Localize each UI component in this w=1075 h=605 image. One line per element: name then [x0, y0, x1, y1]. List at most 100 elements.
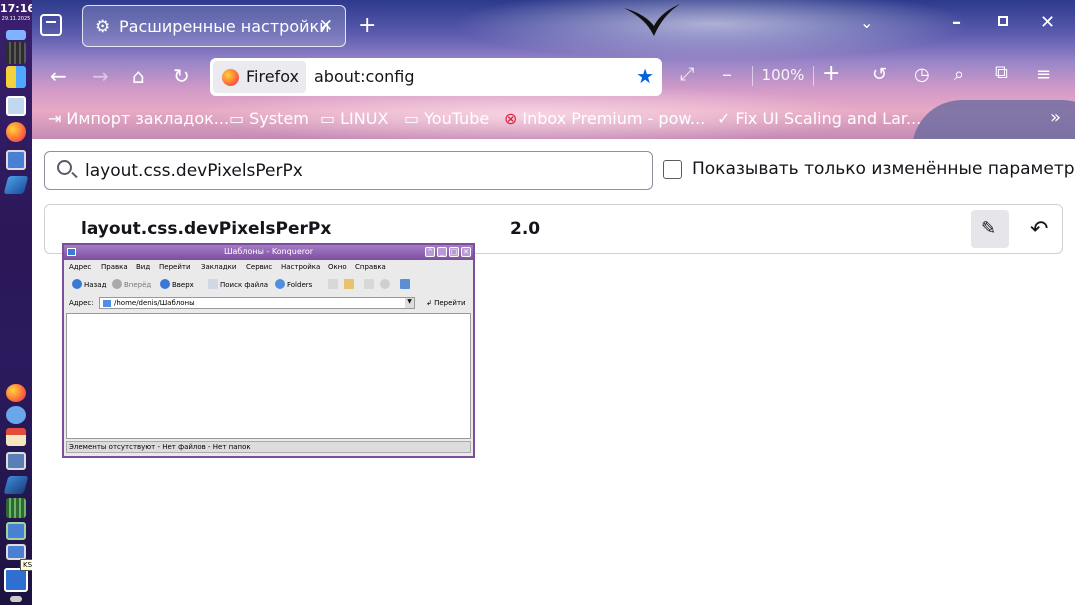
menu-edit[interactable]: Правка	[101, 263, 128, 271]
reload-icon[interactable]: ↻	[173, 66, 190, 86]
find-file-icon	[208, 279, 218, 289]
menu-go[interactable]: Перейти	[159, 263, 191, 271]
minimize-button[interactable]: –	[952, 14, 961, 32]
system-monitor-icon[interactable]	[6, 42, 26, 64]
search-icon[interactable]: ⌕	[954, 66, 964, 84]
desktop-icon[interactable]	[6, 522, 26, 540]
url-bar[interactable]: Firefox about:config ★	[210, 58, 662, 96]
folder-icon	[103, 300, 111, 307]
bookmark-fix-ui[interactable]: ✓ Fix UI Scaling and Lar...	[717, 109, 921, 128]
config-search-box[interactable]	[44, 151, 653, 190]
forward-arrow-icon	[112, 279, 122, 289]
forward-button[interactable]: →	[92, 66, 109, 86]
monitor-icon[interactable]	[6, 150, 26, 170]
only-modified-label[interactable]: Показывать только изменённые параметры	[692, 159, 1075, 179]
menu-tools[interactable]: Сервис	[246, 263, 272, 271]
konqueror-maximize-button[interactable]: □	[449, 247, 459, 257]
pref-value[interactable]: 2.0	[510, 219, 540, 239]
konqueror-folders-button[interactable]: Folders	[275, 279, 312, 289]
screen-icon[interactable]	[6, 544, 26, 560]
menu-address[interactable]: Адрес	[69, 263, 91, 271]
konqueror-icon[interactable]	[3, 176, 29, 194]
identity-box[interactable]: Firefox	[213, 61, 306, 93]
menu-bookmarks[interactable]: Закладки	[201, 263, 236, 271]
konqueror-delete-button[interactable]	[364, 279, 376, 289]
url-text[interactable]: about:config	[314, 67, 415, 86]
konqueror-file-view[interactable]	[66, 313, 471, 439]
new-tab-button[interactable]: +	[358, 15, 376, 37]
bookmark-folder-linux[interactable]: ▭ LINUX	[320, 109, 388, 128]
konqueror-shade-button[interactable]: ^	[425, 247, 435, 257]
bookmarks-overflow-icon[interactable]: »	[1050, 107, 1061, 128]
globe-icon[interactable]	[6, 406, 26, 424]
panel-clock[interactable]: 17:16	[0, 2, 32, 15]
konqueror-go-button[interactable]: ↲ Перейти	[426, 299, 466, 307]
konqueror-copy-button[interactable]	[328, 279, 340, 289]
konqueror-address-input[interactable]: /home/denis/Шаблоны ▼	[99, 297, 415, 309]
tool-label: Поиск файла	[220, 281, 268, 289]
tab-advanced-settings[interactable]: ⚙ Расширенные настройки ✕	[82, 5, 346, 47]
konqueror-address-text[interactable]: /home/denis/Шаблоны	[114, 299, 195, 307]
window-manager-icon[interactable]	[6, 96, 26, 116]
firefox-launcher-icon[interactable]	[6, 384, 26, 402]
konqueror-back-button[interactable]: Назад	[72, 279, 106, 289]
page-icon: ✓	[717, 109, 731, 128]
bookmark-star-icon[interactable]: ★	[636, 64, 654, 88]
konqueror-menubar: Адрес Правка Вид Перейти Закладки Сервис…	[64, 261, 473, 275]
konqueror-preview-button[interactable]	[380, 279, 392, 289]
edit-pref-button[interactable]: ✎	[971, 210, 1009, 248]
history-icon[interactable]: ↺	[872, 66, 887, 84]
hamburger-menu-icon[interactable]: ≡	[1036, 66, 1051, 84]
menu-view[interactable]: Вид	[136, 263, 150, 271]
search-icon	[57, 160, 72, 175]
maximize-button[interactable]	[998, 16, 1008, 26]
chevron-down-icon[interactable]: ▼	[405, 298, 414, 308]
clock-icon[interactable]: ◷	[914, 66, 930, 84]
network-icon[interactable]	[6, 30, 26, 40]
konqueror-paste-button[interactable]	[344, 279, 356, 289]
reset-pref-button[interactable]: ↶	[1021, 210, 1059, 248]
konqueror-find-button[interactable]: Поиск файла	[208, 279, 268, 289]
konqueror-close-button[interactable]: ✕	[461, 247, 471, 257]
bookmark-folder-system[interactable]: ▭ System	[229, 109, 309, 128]
konqueror-forward-button[interactable]: Вперёд	[112, 279, 151, 289]
terminal-icon[interactable]	[6, 452, 26, 470]
bookmark-label: YouTube	[424, 109, 490, 128]
konqueror-minimize-button[interactable]: _	[437, 247, 447, 257]
menu-help[interactable]: Справка	[355, 263, 386, 271]
tab-close-icon[interactable]: ✕	[319, 16, 333, 36]
cpu-monitor-icon[interactable]	[6, 498, 26, 518]
konqueror-window: Шаблоны - Konqueror ^ _ □ ✕ Адрес Правка…	[62, 243, 475, 458]
ksnapshot-icon[interactable]	[4, 568, 28, 592]
bookmark-label: Fix UI Scaling and Lar...	[735, 109, 922, 128]
fullscreen-icon[interactable]: ⤢	[680, 66, 694, 84]
back-button[interactable]: ←	[50, 66, 67, 86]
konqueror-up-button[interactable]: Вверх	[160, 279, 194, 289]
only-modified-checkbox[interactable]	[663, 160, 682, 179]
home-icon[interactable]	[6, 428, 26, 446]
konqueror-view-mode-button[interactable]	[400, 279, 412, 289]
tool-label: Назад	[84, 281, 107, 289]
folder-icon: ▭	[404, 109, 420, 128]
import-icon: ⇥	[48, 109, 62, 128]
firefox-icon[interactable]	[6, 122, 26, 142]
extensions-icon[interactable]: ⧉	[995, 64, 1008, 82]
bookmark-import[interactable]: ⇥ Импорт закладок...	[48, 109, 229, 128]
menu-settings[interactable]: Настройка	[281, 263, 320, 271]
close-window-button[interactable]: ✕	[1040, 14, 1055, 32]
bookmark-inbox[interactable]: ⊗ Inbox Premium - pow...	[504, 109, 705, 128]
zoom-level[interactable]: 100%	[752, 66, 814, 86]
tray-icons[interactable]	[6, 66, 26, 88]
zoom-out-button[interactable]: –	[722, 64, 732, 84]
config-search-input[interactable]	[85, 157, 645, 185]
home-icon[interactable]: ⌂	[132, 66, 145, 86]
tab-list-icon[interactable]	[40, 14, 62, 36]
menu-window[interactable]: Окно	[328, 263, 347, 271]
konqueror-titlebar[interactable]: Шаблоны - Konqueror ^ _ □ ✕	[64, 245, 473, 260]
firefox-logo-icon	[222, 69, 239, 86]
file-manager-icon[interactable]	[3, 476, 29, 494]
bookmark-folder-youtube[interactable]: ▭ YouTube	[404, 109, 489, 128]
zoom-in-button[interactable]: +	[822, 63, 840, 85]
chevron-down-icon[interactable]: ⌄	[860, 15, 873, 31]
panel-expand-icon[interactable]	[10, 596, 22, 602]
